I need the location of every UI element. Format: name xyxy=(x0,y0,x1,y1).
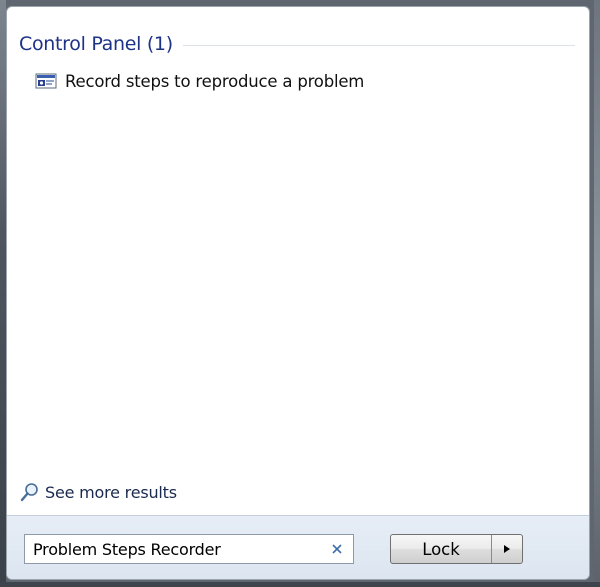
results-group-title[interactable]: Control Panel (1) xyxy=(19,33,173,55)
see-more-results-label: See more results xyxy=(45,482,177,502)
group-header-divider xyxy=(182,44,575,46)
see-more-results-link[interactable]: See more results xyxy=(19,481,219,503)
lock-button[interactable]: Lock xyxy=(391,535,491,563)
power-button-group: Lock xyxy=(390,534,523,564)
clear-x-icon[interactable] xyxy=(327,539,347,559)
result-item-label: Record steps to reproduce a problem xyxy=(65,71,365,91)
search-magnifier-icon xyxy=(19,481,41,503)
power-options-button[interactable] xyxy=(492,535,522,563)
start-menu-bottom-bar: Lock xyxy=(7,515,589,579)
search-input[interactable] xyxy=(25,536,327,562)
start-search-box[interactable] xyxy=(24,534,354,564)
desktop-frame-bottom xyxy=(0,582,600,587)
problem-steps-recorder-icon xyxy=(35,73,57,89)
start-menu-panel: Control Panel (1) Record steps to reprod… xyxy=(6,6,590,580)
result-item-record-steps[interactable]: Record steps to reproduce a problem xyxy=(35,69,375,93)
results-group-header: Control Panel (1) xyxy=(19,33,575,55)
triangle-right-icon xyxy=(503,542,511,557)
desktop-frame-right xyxy=(594,0,600,587)
